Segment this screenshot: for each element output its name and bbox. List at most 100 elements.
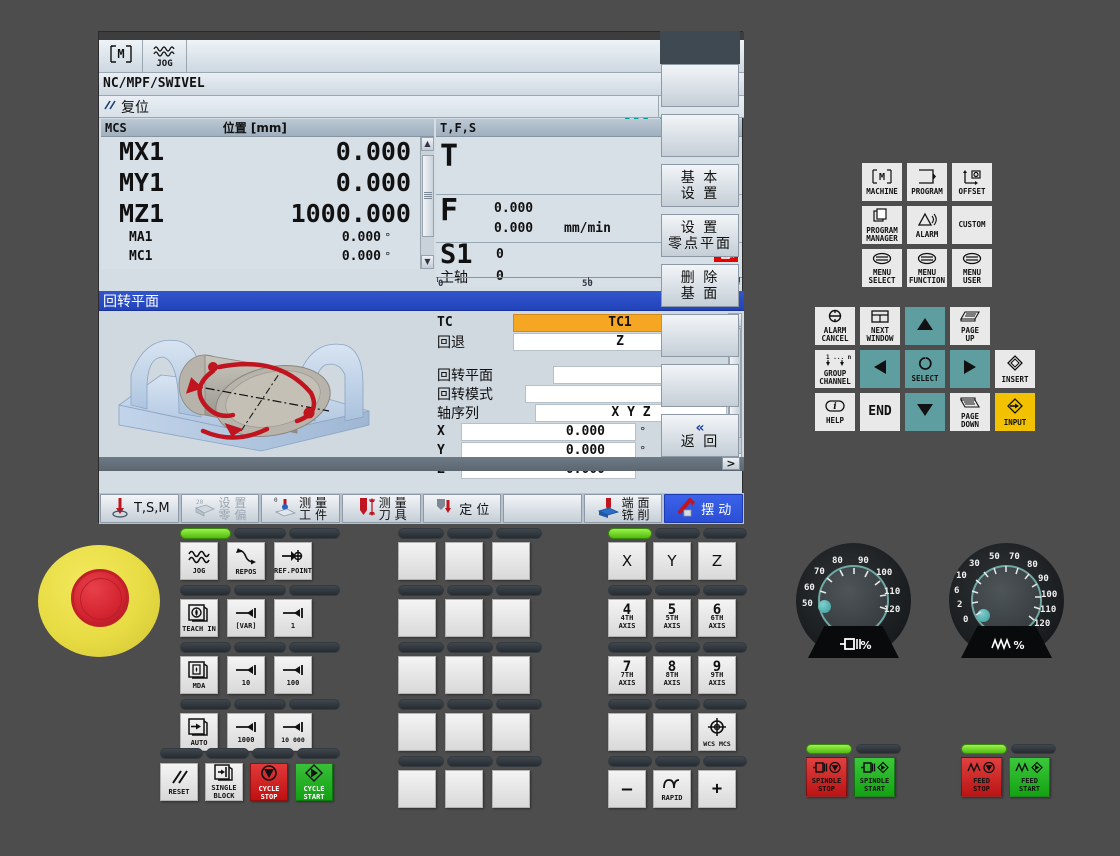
softkey-tsm[interactable]: T,S,M <box>100 494 179 523</box>
key-machine[interactable]: M MACHINE <box>862 163 902 201</box>
softkey-position[interactable]: 定 位 <box>423 494 502 523</box>
machine-area-icon-cell[interactable]: M <box>99 40 143 72</box>
key-plus[interactable]: + <box>698 770 736 808</box>
field-value[interactable]: 0.000 <box>461 423 636 441</box>
vertical-softkey-7[interactable] <box>661 364 739 407</box>
key-axis-y[interactable]: Y <box>653 542 691 580</box>
key-ref-point[interactable]: REF.POINT <box>274 542 312 580</box>
key-minus[interactable]: – <box>608 770 646 808</box>
key-single-block[interactable]: SINGLEBLOCK <box>205 763 243 801</box>
key-axis-4[interactable]: 4 4THAXIS <box>608 599 646 637</box>
vertical-softkey-basic-setting[interactable]: 基 本 设 置 <box>661 164 739 207</box>
key-arrow-down[interactable] <box>905 393 945 431</box>
vertical-softkey-1[interactable] <box>661 64 739 107</box>
key-blank[interactable] <box>445 656 483 694</box>
key-next-window[interactable]: NEXTWINDOW <box>860 307 900 345</box>
vertical-softkey-delete-base-plane[interactable]: 删 除 基 面 <box>661 264 739 307</box>
key-page-up[interactable]: PAGEUP <box>950 307 990 345</box>
key-group-channel[interactable]: 1 ... n GROUPCHANNEL <box>815 350 855 388</box>
softkey-measure-tool[interactable]: 测 量 刀 具 <box>342 494 421 523</box>
key-select[interactable]: SELECT <box>905 350 945 388</box>
vertical-softkey-2[interactable] <box>661 114 739 157</box>
key-inc-10[interactable]: 10 <box>227 656 265 694</box>
key-menu-user[interactable]: MENUUSER <box>952 249 992 287</box>
key-auto[interactable]: AUTO <box>180 713 218 751</box>
key-program-manager[interactable]: PROGRAMMANAGER <box>862 206 902 244</box>
key-mda[interactable]: MDA <box>180 656 218 694</box>
key-menu-function[interactable]: MENUFUNCTION <box>907 249 947 287</box>
key-end[interactable]: END <box>860 393 900 431</box>
key-blank[interactable] <box>445 599 483 637</box>
key-axis-8[interactable]: 8 8THAXIS <box>653 656 691 694</box>
key-cycle-start[interactable]: CYCLESTART <box>295 763 333 801</box>
key-blank[interactable] <box>492 542 530 580</box>
emergency-stop-button[interactable] <box>38 545 160 657</box>
spindle-override-dial[interactable]: % 0 2 6 10 30 50 70 80 90 100 110 120 <box>949 543 1064 658</box>
key-help[interactable]: i HELP <box>815 393 855 431</box>
key-input[interactable]: INPUT <box>995 393 1035 431</box>
key-arrow-up[interactable] <box>905 307 945 345</box>
key-arrow-left[interactable] <box>860 350 900 388</box>
scroll-up-icon[interactable]: ▲ <box>421 137 434 151</box>
key-blank[interactable] <box>445 713 483 751</box>
key-blank[interactable] <box>398 770 436 808</box>
key-blank[interactable] <box>398 713 436 751</box>
key-alarm-cancel[interactable]: ALARMCANCEL <box>815 307 855 345</box>
softkey-label: 测 量 工 件 <box>299 497 327 521</box>
vertical-softkey-back[interactable]: « 返 回 <box>661 414 739 457</box>
key-axis-6[interactable]: 6 6THAXIS <box>698 599 736 637</box>
key-blank[interactable] <box>492 656 530 694</box>
key-alarm[interactable]: ALARM <box>907 206 947 244</box>
key-inc-100[interactable]: 100 <box>274 656 312 694</box>
key-axis-9[interactable]: 9 9THAXIS <box>698 656 736 694</box>
key-blank[interactable] <box>608 713 646 751</box>
button-feed-stop[interactable]: FEEDSTOP <box>961 757 1002 797</box>
vertical-softkey-6[interactable] <box>661 314 739 357</box>
key-inc-1[interactable]: 1 <box>274 599 312 637</box>
softkey-face-milling[interactable]: 端 面 铣 削 <box>584 494 663 523</box>
key-blank[interactable] <box>492 770 530 808</box>
key-blank[interactable] <box>398 542 436 580</box>
key-teach-in[interactable]: TEACH IN <box>180 599 218 637</box>
key-menu-select[interactable]: MENUSELECT <box>862 249 902 287</box>
mode-jog-icon-cell[interactable]: JOG <box>143 40 187 72</box>
key-rapid[interactable]: RAPID <box>653 770 691 808</box>
led-row <box>608 756 747 767</box>
key-program[interactable]: PROGRAM <box>907 163 947 201</box>
key-blank[interactable] <box>398 599 436 637</box>
key-axis-z[interactable]: Z <box>698 542 736 580</box>
position-scrollbar[interactable]: ▲ ▼ <box>420 137 434 269</box>
softkey-empty[interactable] <box>503 494 582 523</box>
key-blank[interactable] <box>492 713 530 751</box>
softkey-set-offset[interactable]: 20 设 置 零 偏 <box>181 494 260 523</box>
key-offset[interactable]: OFFSET <box>952 163 992 201</box>
key-inc-var[interactable]: [VAR] <box>227 599 265 637</box>
key-page-down[interactable]: PAGEDOWN <box>950 393 990 431</box>
estop-mushroom[interactable] <box>71 569 129 627</box>
key-axis-x[interactable]: X <box>608 542 646 580</box>
button-feed-start[interactable]: FEEDSTART <box>1009 757 1050 797</box>
key-insert[interactable]: INSERT <box>995 350 1035 388</box>
vertical-softkey-set-zero-plane[interactable]: 设 置 零点平面 <box>661 214 739 257</box>
key-reset[interactable]: RESET <box>160 763 198 801</box>
button-spindle-start[interactable]: SPINDLESTART <box>854 757 895 797</box>
key-inc-1000[interactable]: 1000 <box>227 713 265 751</box>
key-repos[interactable]: REPOS <box>227 542 265 580</box>
key-blank[interactable] <box>445 542 483 580</box>
key-arrow-right[interactable] <box>950 350 990 388</box>
key-blank[interactable] <box>653 713 691 751</box>
key-custom[interactable]: CUSTOM <box>952 206 992 244</box>
softkey-measure-workpiece[interactable]: 0 测 量 工 件 <box>261 494 340 523</box>
key-axis-5[interactable]: 5 5THAXIS <box>653 599 691 637</box>
key-axis-7[interactable]: 7 7THAXIS <box>608 656 646 694</box>
key-blank[interactable] <box>445 770 483 808</box>
feed-override-dial[interactable]: % 50 60 70 80 90 100 110 120 <box>796 543 911 658</box>
key-blank[interactable] <box>492 599 530 637</box>
key-blank[interactable] <box>398 656 436 694</box>
key-wcs-mcs[interactable]: WCS MCS <box>698 713 736 751</box>
key-jog[interactable]: JOG <box>180 542 218 580</box>
key-inc-10000[interactable]: 10 000 <box>274 713 312 751</box>
scroll-down-icon[interactable]: ▼ <box>421 255 434 269</box>
key-cycle-stop[interactable]: CYCLESTOP <box>250 763 288 801</box>
button-spindle-stop[interactable]: SPINDLESTOP <box>806 757 847 797</box>
